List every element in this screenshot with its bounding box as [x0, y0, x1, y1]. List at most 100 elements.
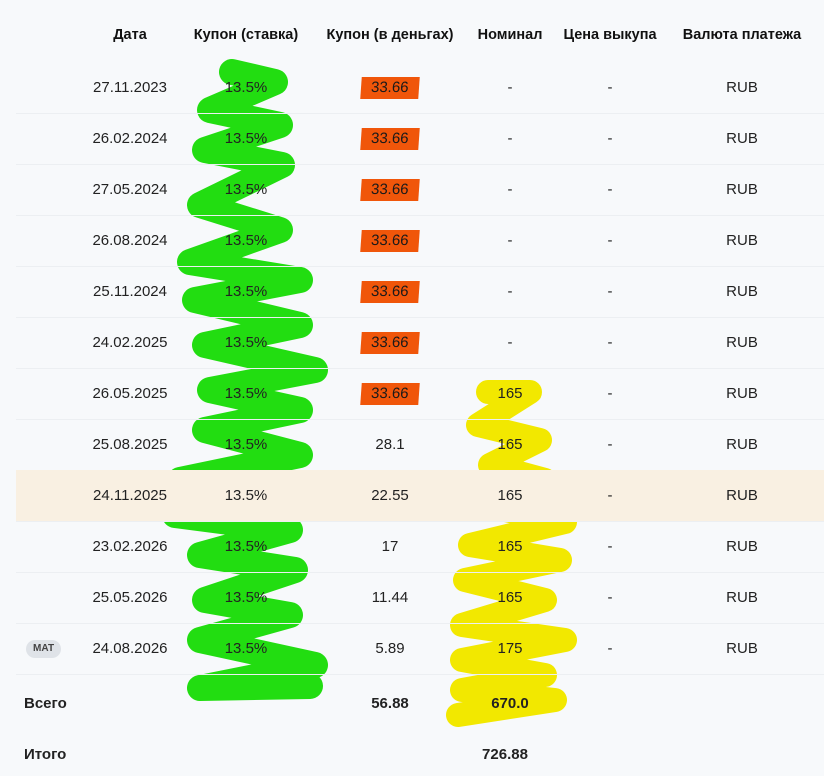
cell-coupon-rate: 13.5% — [224, 181, 268, 198]
cell-coupon-rate: 13.5% — [224, 283, 268, 300]
cell-nominal: - — [507, 283, 513, 300]
cell-coupon-money-mark: 33.66 — [360, 281, 420, 303]
cell-coupon-rate: 13.5% — [224, 436, 268, 453]
cell-date: 26.08.2024 — [92, 232, 168, 249]
table-row: 25.11.2024 13.5% 33.66 - - RUB — [16, 266, 824, 318]
cell-date: 24.08.2026 — [92, 640, 168, 657]
cell-coupon-money-mark: 33.66 — [360, 230, 420, 252]
cell-buyback-price: - — [607, 640, 613, 657]
cell-currency: RUB — [726, 283, 758, 300]
cell-nominal: - — [507, 130, 513, 147]
cell-coupon-money-mark: 33.66 — [360, 179, 420, 201]
table-row: 27.11.2023 13.5% 33.66 - - RUB — [16, 62, 824, 114]
total-nominal: 670.0 — [491, 695, 529, 712]
cell-currency: RUB — [726, 79, 758, 96]
cell-currency: RUB — [726, 130, 758, 147]
cell-buyback-price: - — [607, 334, 613, 351]
cell-date: 25.11.2024 — [93, 283, 167, 300]
table-row: 25.05.2026 13.5% 11.44 165 - RUB — [16, 572, 824, 624]
cell-coupon-rate: 13.5% — [224, 232, 268, 249]
cell-nominal: 165 — [497, 385, 523, 402]
cell-nominal: 175 — [497, 640, 523, 657]
cell-currency: RUB — [726, 232, 758, 249]
cell-coupon-rate: 13.5% — [224, 589, 268, 606]
cell-coupon-money: 5.89 — [375, 640, 405, 657]
cell-currency: RUB — [726, 334, 758, 351]
cell-coupon-money: 22.55 — [371, 487, 409, 504]
cell-coupon-money-mark: 33.66 — [360, 77, 420, 99]
total-row: Всего 56.88 670.0 — [0, 684, 824, 724]
table-row: МАТ 24.08.2026 13.5% 5.89 175 - RUB — [16, 623, 824, 675]
cell-coupon-money: 33.66 — [330, 215, 450, 266]
cell-date: 27.05.2024 — [92, 181, 168, 198]
header-coupon-rate: Купон (ставка) — [193, 27, 299, 43]
cell-currency: RUB — [726, 487, 758, 504]
table-row: 26.08.2024 13.5% 33.66 - - RUB — [16, 215, 824, 267]
cell-nominal: 165 — [497, 589, 523, 606]
cell-coupon-money-mark: 33.66 — [360, 332, 420, 354]
cell-coupon-money: 33.66 — [330, 164, 450, 215]
cell-coupon-rate: 13.5% — [224, 385, 268, 402]
cell-currency: RUB — [726, 640, 758, 657]
header-currency: Валюта платежа — [682, 27, 802, 43]
cell-nominal: - — [507, 334, 513, 351]
cell-coupon-money: 33.66 — [330, 317, 450, 368]
cell-buyback-price: - — [607, 130, 613, 147]
cell-date: 25.05.2026 — [92, 589, 168, 606]
cell-buyback-price: - — [607, 232, 613, 249]
cell-coupon-money: 11.44 — [371, 589, 409, 606]
cell-date: 23.02.2026 — [92, 538, 168, 555]
table-row: 23.02.2026 13.5% 17 165 - RUB — [16, 521, 824, 573]
cell-coupon-money: 33.66 — [330, 266, 450, 317]
cell-coupon-rate: 13.5% — [224, 640, 268, 657]
cell-buyback-price: - — [607, 487, 613, 504]
total-coupon: 56.88 — [371, 695, 409, 712]
table-row: 27.05.2024 13.5% 33.66 - - RUB — [16, 164, 824, 216]
cell-nominal: - — [507, 232, 513, 249]
grand-total-value: 726.88 — [482, 746, 528, 763]
cell-coupon-money-mark: 33.66 — [360, 128, 420, 150]
cell-buyback-price: - — [607, 79, 613, 96]
cell-coupon-money: 17 — [381, 538, 399, 555]
cell-coupon-rate: 13.5% — [224, 334, 268, 351]
maturity-badge: МАТ — [26, 640, 62, 658]
cell-nominal: 165 — [497, 487, 523, 504]
cell-coupon-money: 33.66 — [330, 368, 450, 419]
cell-currency: RUB — [726, 385, 758, 402]
cell-coupon-money: 33.66 — [330, 113, 450, 164]
cell-currency: RUB — [726, 538, 758, 555]
cell-buyback-price: - — [607, 385, 613, 402]
table-row: 24.11.2025 13.5% 22.55 165 - RUB — [16, 470, 824, 522]
coupon-schedule: Дата Купон (ставка) Купон (в деньгах) Но… — [0, 0, 824, 776]
cell-date: 27.11.2023 — [93, 79, 167, 96]
header-buyback-price: Цена выкупа — [563, 27, 657, 43]
cell-buyback-price: - — [607, 436, 613, 453]
grand-total-row: Итого 726.88 — [0, 735, 824, 775]
cell-currency: RUB — [726, 436, 758, 453]
cell-buyback-price: - — [607, 589, 613, 606]
table-header: Дата Купон (ставка) Купон (в деньгах) Но… — [0, 22, 824, 48]
header-coupon-money: Купон (в деньгах) — [326, 27, 454, 43]
cell-date: 25.08.2025 — [92, 436, 168, 453]
total-label: Всего — [24, 695, 67, 712]
table-row: 26.05.2025 13.5% 33.66 165 - RUB — [16, 368, 824, 420]
header-date: Дата — [113, 27, 147, 43]
table-row: 25.08.2025 13.5% 28.1 165 - RUB — [16, 419, 824, 471]
cell-currency: RUB — [726, 181, 758, 198]
cell-coupon-rate: 13.5% — [224, 538, 268, 555]
cell-buyback-price: - — [607, 283, 613, 300]
cell-coupon-rate: 13.5% — [224, 79, 268, 96]
cell-coupon-money: 33.66 — [330, 62, 450, 113]
cell-date: 24.11.2025 — [93, 487, 167, 504]
table-row: 24.02.2025 13.5% 33.66 - - RUB — [16, 317, 824, 369]
cell-coupon-money: 28.1 — [375, 436, 405, 453]
cell-date: 24.02.2025 — [92, 334, 168, 351]
cell-buyback-price: - — [607, 538, 613, 555]
cell-date: 26.02.2024 — [92, 130, 168, 147]
cell-coupon-money-mark: 33.66 — [360, 383, 420, 405]
grand-total-label: Итого — [24, 746, 67, 763]
cell-nominal: - — [507, 79, 513, 96]
table-row: 26.02.2024 13.5% 33.66 - - RUB — [16, 113, 824, 165]
cell-nominal: 165 — [497, 538, 523, 555]
cell-coupon-rate: 13.5% — [224, 487, 268, 504]
